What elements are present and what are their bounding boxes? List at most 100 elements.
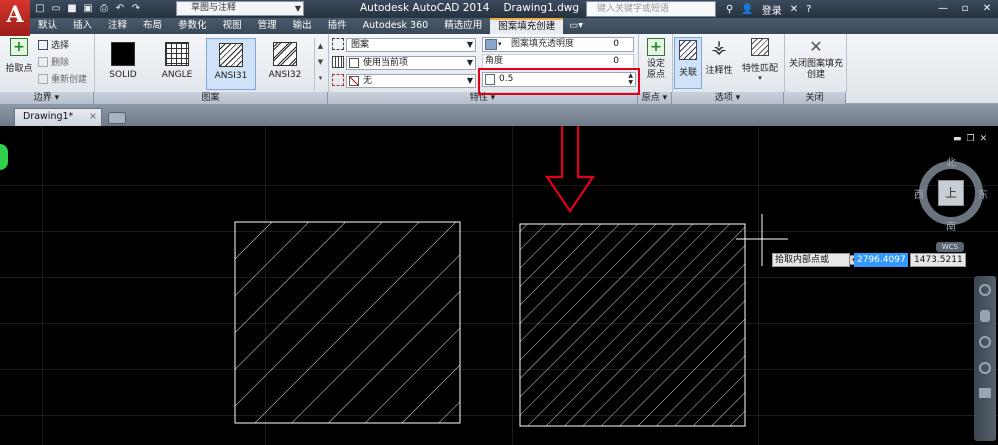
pick-points-icon: + [10,38,28,56]
panel-title-options[interactable]: 选项 ▾ [672,92,784,104]
zoom-icon[interactable] [979,336,991,348]
select-button[interactable]: 选择 [38,38,69,51]
dynamic-input-y[interactable]: 1473.5211 [910,253,966,267]
dynamic-input-x[interactable]: 2796.4097 [854,253,908,267]
close-icon[interactable]: ✕ [976,0,998,18]
user-icon[interactable]: 👤 [741,4,753,15]
restore-icon[interactable]: ▫ [954,0,976,18]
scale-highlight-box [478,68,640,95]
tab-plugins[interactable]: 插件 [320,18,355,34]
ansi32-swatch-icon [273,42,297,66]
hatch-type-dropdown[interactable]: 图案 ▼ [346,38,476,52]
new-icon[interactable]: □ [34,3,46,15]
compass-north[interactable]: 北 [946,154,956,169]
pattern-angle[interactable]: ANGLE [152,38,202,90]
tab-manage[interactable]: 管理 [250,18,285,34]
login-link[interactable]: 登录 [762,2,782,17]
recreate-icon [38,73,48,84]
orbit-icon[interactable] [979,362,991,374]
tab-hatch-creation[interactable]: 图案填充创建 [490,18,564,34]
tab-insert[interactable]: 插入 [65,18,100,34]
search-input[interactable]: 键入关键字或短语 [586,1,716,17]
viewcube-top-face[interactable]: 上 [938,180,964,206]
close-icon[interactable]: ✕ [980,134,988,144]
transparency-field[interactable]: ▾ 图案填充透明度 0 [482,37,634,52]
drawing-geometry [234,126,788,427]
tab-autodesk-360[interactable]: Autodesk 360 [355,18,437,34]
binoculars-icon[interactable]: ⚲ [726,4,733,15]
close-hatch-creation-button[interactable]: ✕ 关闭图案填充创建 [788,38,844,81]
background-color-dropdown[interactable]: 无 ▼ [346,74,476,88]
restore-icon[interactable]: ❐ [967,134,975,144]
set-origin-button[interactable]: + 设定原点 [642,38,670,81]
navigation-bar[interactable] [974,276,996,441]
viewcube[interactable]: 上 北 南 东 西 [914,154,988,233]
ribbon-tabs: 默认 插入 注释 布局 参数化 视图 管理 输出 插件 Autodesk 360… [30,18,998,34]
no-color-icon [349,76,359,86]
showmotion-icon[interactable] [979,388,991,398]
viewport-controls: ▬ ❐ ✕ [953,134,987,144]
wcs-menu[interactable]: WCS [936,242,964,252]
app-menu-button[interactable]: A [0,0,30,36]
tab-annotate[interactable]: 注释 [100,18,135,34]
pattern-scroll[interactable]: ▲ ▼ ▾ [314,38,326,90]
undo-icon[interactable]: ↶ [114,3,126,15]
print-icon[interactable]: ⎙ [98,3,110,15]
annotative-button[interactable]: ⚶ 注释性 [704,37,734,77]
chevron-down-icon: ▼ [466,58,473,67]
recreate-button[interactable]: 重新创建 [38,72,87,85]
ribbon-options-icon[interactable]: ▭▾ [563,18,589,34]
window-title: Autodesk AutoCAD 2014 Drawing1.dwg [360,2,580,14]
close-icon[interactable]: × [89,109,97,125]
pan-icon[interactable] [980,310,990,322]
steering-wheel-icon[interactable] [979,284,991,296]
tab-featured-apps[interactable]: 精选应用 [436,18,490,34]
compass-west[interactable]: 西 [914,186,924,201]
title-right-tools: ⚲ 👤 登录 ✕ ? [726,2,811,17]
tab-view[interactable]: 视图 [215,18,250,34]
chevron-down-icon: ▼ [466,76,473,85]
command-prompt: 拾取内部点或 ▾ [772,253,859,267]
workspace-selector[interactable]: 草图与注释 ▼ [176,1,304,16]
hatched-rectangle-left [234,221,461,424]
match-properties-button[interactable]: 特性匹配 ▾ [738,38,782,82]
document-tab[interactable]: Drawing1* × [14,108,102,126]
minimize-icon[interactable]: ▬ [953,134,962,144]
redo-icon[interactable]: ↷ [130,3,142,15]
help-icon[interactable]: ? [806,4,811,15]
pattern-ansi31[interactable]: ANSI31 [206,38,256,90]
annotative-icon: ⚶ [711,37,727,58]
new-tab-button[interactable] [108,112,126,124]
pick-points-button[interactable]: + 拾取点 [4,38,34,74]
hatch-color-dropdown[interactable]: 使用当前项 ▼ [346,56,476,70]
save-icon[interactable]: ■ [66,3,78,15]
tab-output[interactable]: 输出 [285,18,320,34]
remove-icon [38,56,48,67]
solid-swatch-icon [111,42,135,66]
quick-access-toolbar: □ ▭ ■ ▣ ⎙ ↶ ↷ [34,2,142,16]
tab-default[interactable]: 默认 [30,18,65,34]
tab-layout[interactable]: 布局 [135,18,170,34]
tab-parametric[interactable]: 参数化 [170,18,215,34]
remove-button[interactable]: 删除 [38,55,69,68]
exchange-icon[interactable]: ✕ [790,4,798,15]
color-swatch-icon [349,58,359,68]
origin-icon: + [647,38,665,56]
window-controls: — ▫ ✕ [932,0,998,18]
panel-title-origin[interactable]: 原点 ▾ [638,92,672,104]
chevron-down-icon: ▾ [758,74,762,82]
document-tab-bar: Drawing1* × [0,104,998,126]
pattern-solid[interactable]: SOLID [98,38,148,90]
angle-field[interactable]: 角度 0 [482,54,634,69]
panel-title-pattern: 图案 [94,92,328,104]
associative-button[interactable]: 关联 [674,37,702,89]
compass-east[interactable]: 东 [978,186,988,201]
drawing-canvas[interactable]: 上 北 南 东 西 WCS ▬ ❐ ✕ 拾取内部点或 ▾ 2796.4097 1… [0,126,998,445]
save-as-icon[interactable]: ▣ [82,3,94,15]
close-icon: ✕ [809,37,823,56]
compass-south[interactable]: 南 [946,218,956,233]
pattern-ansi32[interactable]: ANSI32 [260,38,310,90]
panel-title-boundary[interactable]: 边界 ▾ [0,92,94,104]
minimize-icon[interactable]: — [932,0,954,18]
open-icon[interactable]: ▭ [50,3,62,15]
